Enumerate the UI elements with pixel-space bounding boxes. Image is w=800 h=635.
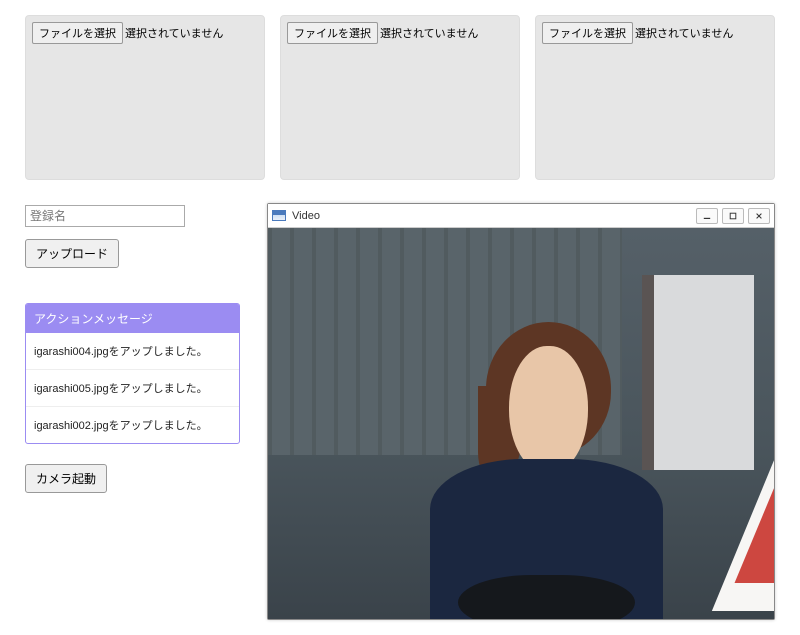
upload-slot: ファイルを選択 選択されていません	[535, 15, 775, 180]
video-window: Video	[267, 203, 775, 620]
close-button[interactable]	[748, 208, 770, 224]
action-messages-header: アクションメッセージ	[26, 304, 239, 333]
action-message-item: igarashi004.jpgをアップしました。	[26, 333, 239, 370]
register-name-input[interactable]	[25, 205, 185, 227]
minimize-button[interactable]	[696, 208, 718, 224]
left-controls-column: アップロード アクションメッセージ igarashi004.jpgをアップしまし…	[25, 205, 240, 493]
maximize-icon	[729, 212, 737, 220]
upload-slots-row: ファイルを選択 選択されていません ファイルを選択 選択されていません ファイル…	[0, 0, 800, 190]
upload-button[interactable]: アップロード	[25, 239, 119, 268]
camera-start-button[interactable]: カメラ起動	[25, 464, 107, 493]
maximize-button[interactable]	[722, 208, 744, 224]
video-frame	[268, 228, 774, 619]
choose-file-button[interactable]: ファイルを選択	[32, 22, 123, 44]
file-selected-status: 選択されていません	[380, 25, 478, 41]
video-app-icon	[272, 210, 286, 221]
video-window-title: Video	[292, 210, 690, 222]
video-window-titlebar[interactable]: Video	[268, 204, 774, 228]
file-selected-status: 選択されていません	[125, 25, 223, 41]
minimize-icon	[703, 212, 711, 220]
upload-slot: ファイルを選択 選択されていません	[25, 15, 265, 180]
video-scene-pan	[458, 575, 635, 619]
choose-file-button[interactable]: ファイルを選択	[287, 22, 378, 44]
close-icon	[755, 212, 763, 220]
choose-file-button[interactable]: ファイルを選択	[542, 22, 633, 44]
window-buttons-group	[696, 208, 770, 224]
video-scene-person	[430, 322, 663, 619]
file-selected-status: 選択されていません	[635, 25, 733, 41]
video-scene-person-head	[509, 346, 588, 474]
action-message-item: igarashi005.jpgをアップしました。	[26, 370, 239, 407]
upload-slot: ファイルを選択 選択されていません	[280, 15, 520, 180]
action-messages-panel: アクションメッセージ igarashi004.jpgをアップしました。 igar…	[25, 303, 240, 444]
action-message-item: igarashi002.jpgをアップしました。	[26, 407, 239, 443]
